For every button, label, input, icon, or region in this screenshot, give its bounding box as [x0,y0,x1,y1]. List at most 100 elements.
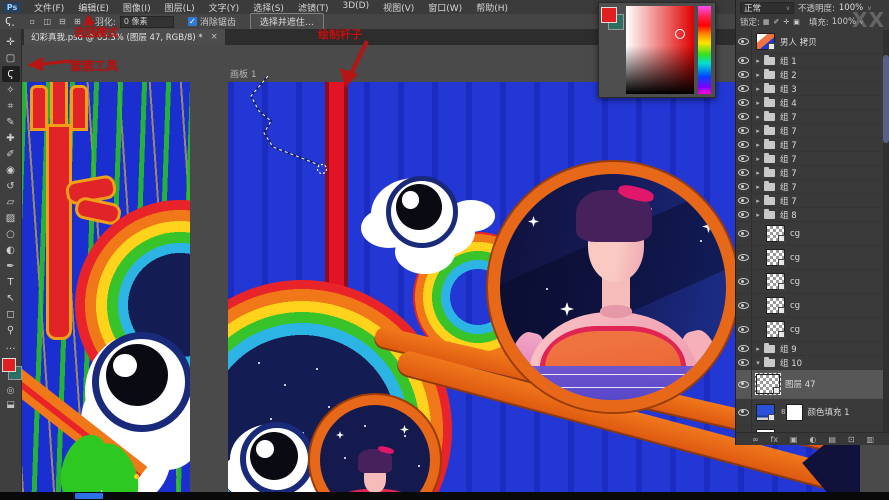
foreground-swatch[interactable] [601,7,617,23]
saturation-brightness-field[interactable] [626,6,694,94]
eyedropper-tool[interactable]: ✎ [2,114,20,130]
layer-row[interactable]: 8 组 7 [736,124,883,138]
visibility-toggle[interactable] [736,152,752,165]
layer-row[interactable]: 8 组 1 [736,54,883,68]
visibility-toggle[interactable] [736,96,752,109]
clone-stamp-tool[interactable]: ◉ [2,162,20,178]
expand-chevron-icon[interactable] [752,113,764,121]
layer-row[interactable]: 8 组 7 [736,110,883,124]
expand-chevron-icon[interactable] [752,197,764,205]
selection-mode-button[interactable]: ⊟ [56,16,69,27]
selection-mode-button[interactable]: ▫ [26,16,39,27]
layer-row[interactable]: 8 组 7 [736,166,883,180]
menu-item[interactable]: 帮助(H) [469,1,515,14]
layer-row[interactable]: 8 图层 47 [736,370,883,399]
menu-item[interactable]: 3D(D) [335,1,376,14]
expand-chevron-icon[interactable] [752,57,764,65]
layers-action-icon[interactable]: ∞ [752,435,759,444]
layer-name[interactable]: 组 7 [780,125,797,137]
layer-thumbnail[interactable] [766,297,785,314]
layer-name[interactable]: 组 7 [780,195,797,207]
menu-item[interactable]: 选择(S) [246,1,291,14]
visibility-toggle[interactable] [736,270,752,293]
close-tab-icon[interactable]: × [211,32,218,42]
layer-row[interactable]: 8 组 7 [736,194,883,208]
layer-row[interactable]: 8 组 4 [736,96,883,110]
visibility-toggle[interactable] [736,208,752,221]
screen-mode-button[interactable]: ⬓ [2,398,20,412]
layer-row[interactable]: 8 组 2 [736,68,883,82]
menu-item[interactable]: 文字(Y) [202,1,247,14]
expand-chevron-icon[interactable] [752,71,764,79]
visibility-toggle[interactable] [736,318,752,341]
layer-mask-thumbnail[interactable] [786,404,803,421]
current-tool-icon[interactable]: Ϛ˯ [5,16,15,27]
layers-action-icon[interactable]: fx [771,435,779,444]
dodge-tool[interactable]: ◐ [2,242,20,258]
layer-row[interactable]: 8 组 7 [736,180,883,194]
quick-selection-tool[interactable]: ✧ [2,82,20,98]
layer-name[interactable]: 男人 拷贝 [780,36,817,48]
layer-name[interactable]: cg [790,253,800,263]
lock-button[interactable]: ✐ [774,18,780,26]
layer-name[interactable]: 颜色填充 1 [807,406,849,418]
blur-tool[interactable]: ○ [2,226,20,242]
layer-thumbnail[interactable] [766,273,785,290]
menu-item[interactable]: 窗口(W) [421,1,469,14]
layer-name[interactable]: 组 7 [780,139,797,151]
expand-chevron-icon[interactable] [752,141,764,149]
lasso-tool[interactable]: Ϛ [2,66,20,82]
layers-action-icon[interactable]: ◐ [809,435,816,444]
layer-row[interactable]: 8 组 9 [736,342,883,356]
layer-name[interactable]: cg [790,229,800,239]
lock-button[interactable]: ✛ [783,18,789,26]
layer-name[interactable]: 图层 47 [785,378,816,390]
left-artwork[interactable] [22,82,190,492]
scrollbar-thumb[interactable] [883,55,889,143]
edit-toolbar[interactable]: … [2,338,20,354]
visibility-toggle[interactable] [736,30,752,53]
visibility-toggle[interactable] [736,370,752,398]
menu-item[interactable]: 滤镜(T) [291,1,336,14]
lock-button[interactable]: ▣ [793,18,800,26]
expand-chevron-icon[interactable] [752,169,764,177]
layer-name[interactable]: 组 10 [780,357,802,369]
layer-row[interactable]: 8 组 7 [736,152,883,166]
layer-name[interactable]: 组 7 [780,167,797,179]
eraser-tool[interactable]: ▱ [2,194,20,210]
layers-action-icon[interactable]: ▣ [790,435,798,444]
visibility-toggle[interactable] [736,342,752,355]
layer-name[interactable]: cg [790,277,800,287]
expand-chevron-icon[interactable] [752,359,764,367]
layer-thumbnail[interactable] [756,404,775,421]
layer-name[interactable]: 组 1 [780,55,797,67]
layer-thumbnail[interactable] [766,321,785,338]
visibility-toggle[interactable] [736,294,752,317]
marquee-tool[interactable]: ▢ [2,50,20,66]
layers-scrollbar[interactable] [883,30,889,432]
layer-name[interactable]: 组 2 [780,69,797,81]
layer-row[interactable]: 8 组 8 [736,208,883,222]
layer-thumbnail[interactable] [756,374,780,394]
expand-chevron-icon[interactable] [752,155,764,163]
layer-name[interactable]: 组 7 [780,181,797,193]
type-tool[interactable]: T [2,274,20,290]
layer-row[interactable]: 8 颜色填充 1 [736,399,883,426]
visibility-toggle[interactable] [736,166,752,179]
layer-name[interactable]: 组 8 [780,209,797,221]
layer-name[interactable]: 组 4 [780,97,797,109]
antialias-checkbox[interactable]: ✓ [188,17,197,26]
layers-action-icon[interactable]: ▥ [866,435,874,444]
visibility-toggle[interactable] [736,110,752,123]
layer-thumbnail[interactable] [766,225,785,242]
color-cursor[interactable] [675,29,685,39]
zoom-tool[interactable]: ⚲ [2,322,20,338]
layers-action-icon[interactable]: ▤ [828,435,836,444]
layer-row[interactable]: 8 男人 拷贝 [736,30,883,54]
layer-name[interactable]: 组 7 [780,153,797,165]
path-selection-tool[interactable]: ↖ [2,290,20,306]
history-brush-tool[interactable]: ↺ [2,178,20,194]
menu-item[interactable]: 视图(V) [376,1,421,14]
hue-slider[interactable] [698,6,711,94]
healing-brush-tool[interactable]: ✚ [2,130,20,146]
